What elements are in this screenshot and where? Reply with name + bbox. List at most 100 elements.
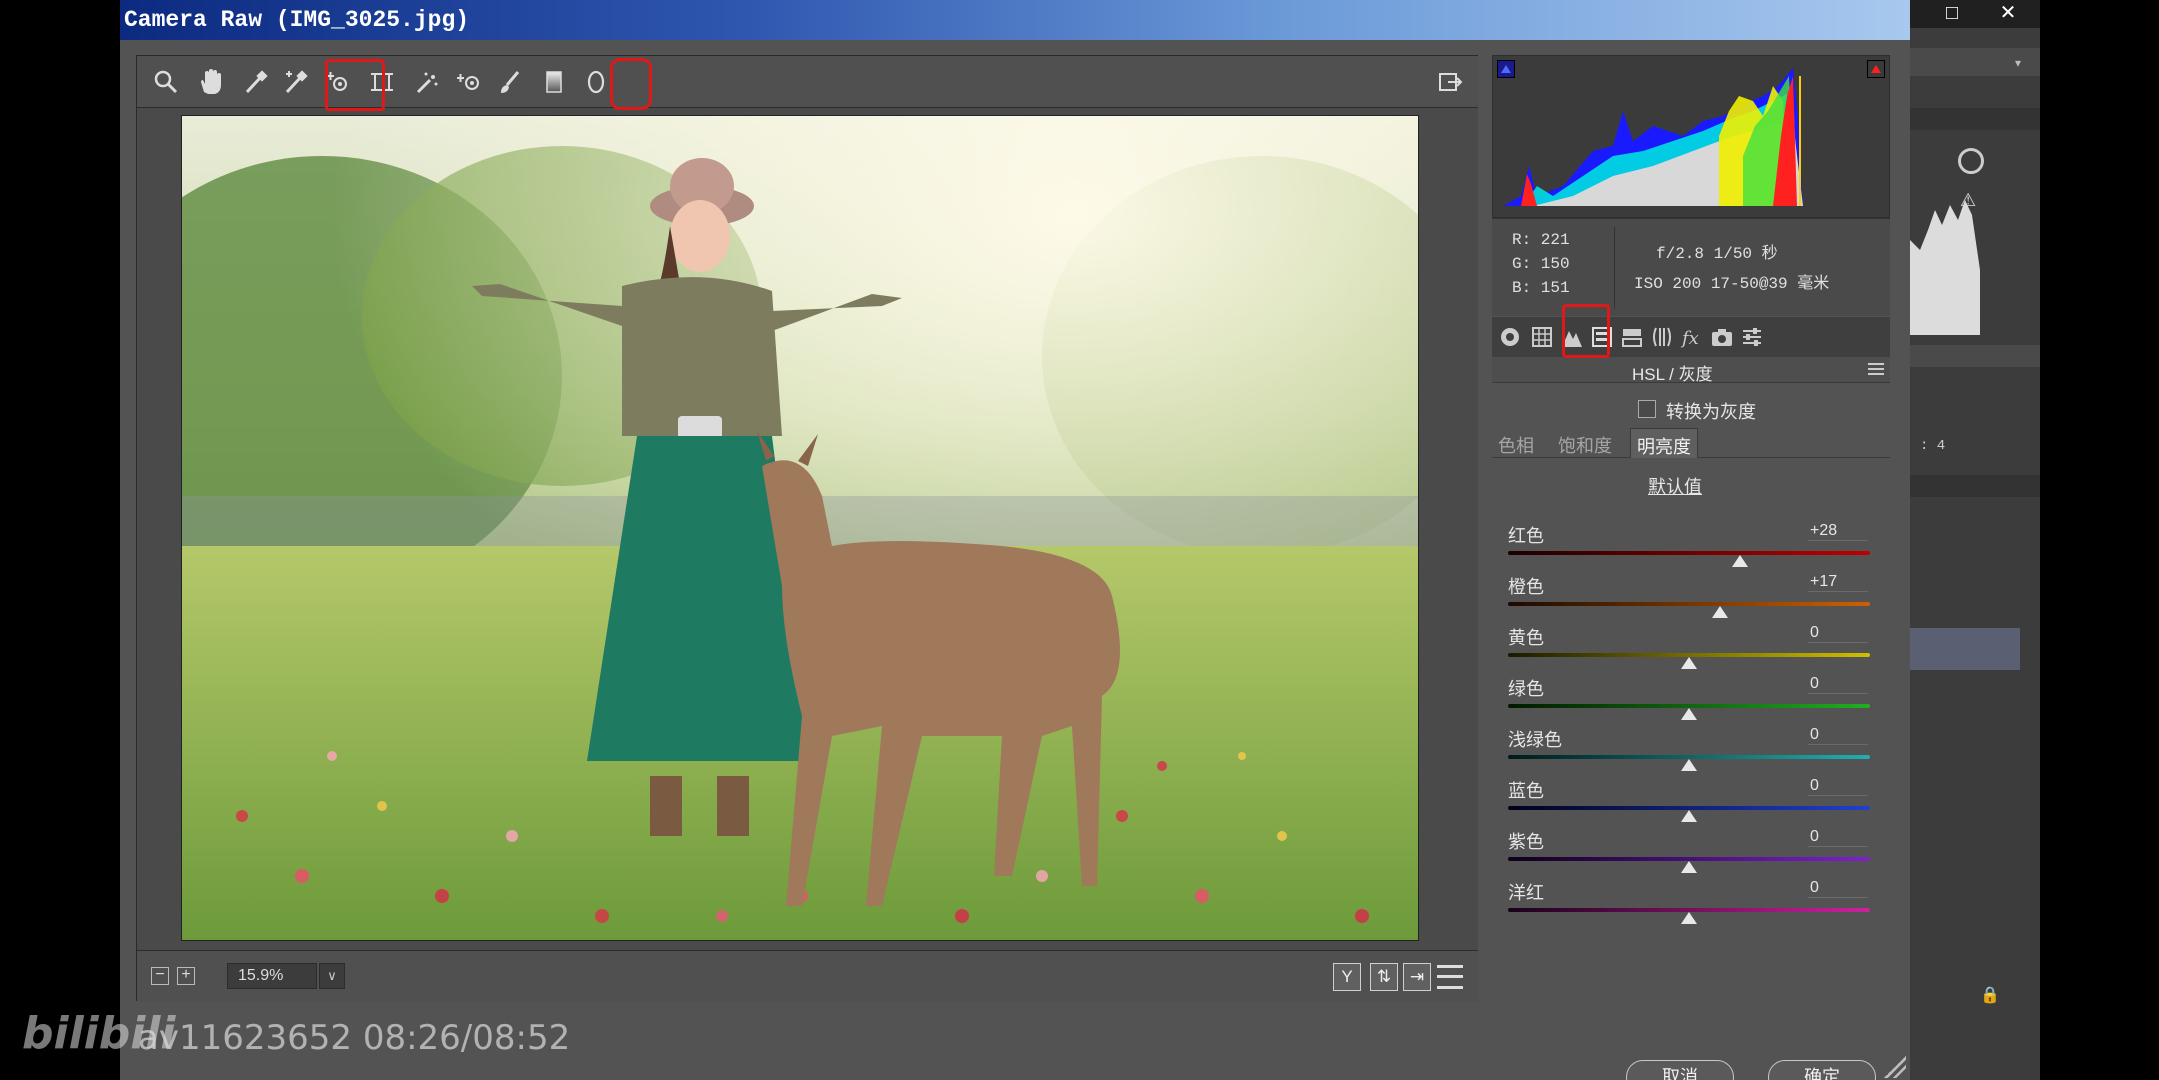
panel-tabs: fx — [1492, 317, 1890, 357]
slider-label: 蓝色 — [1508, 781, 1544, 801]
slider-thumb[interactable] — [1681, 708, 1697, 720]
basic-panel-icon[interactable] — [1496, 323, 1524, 351]
warning-icon: ⚠ — [1960, 190, 1977, 210]
tab-luminance[interactable]: 明亮度 — [1630, 428, 1698, 458]
lens-corrections-icon[interactable] — [1648, 323, 1676, 351]
radial-filter-icon[interactable] — [579, 65, 613, 99]
camera-raw-dialog: Camera Raw (IMG_3025.jpg) − + 15.9% ∨ Y … — [120, 0, 1910, 1080]
exposure-info: f/2.8 1/50 秒 — [1656, 245, 1778, 263]
before-after-toggle-icon[interactable]: Y — [1333, 963, 1361, 991]
ps-dropdown[interactable] — [1910, 345, 2040, 367]
histogram — [1492, 55, 1890, 218]
svg-text:fx: fx — [1680, 328, 1699, 349]
photo-girl-and-deer — [182, 116, 1418, 940]
bottom-bar: − + 15.9% ∨ Y ⇅ ⇥ — [137, 950, 1480, 1002]
copy-settings-icon[interactable]: ⇥ — [1403, 963, 1431, 991]
zoom-out-button[interactable]: − — [151, 967, 169, 985]
slider-track[interactable] — [1508, 551, 1870, 555]
slider-thumb[interactable] — [1681, 810, 1697, 822]
tab-hue[interactable]: 色相 — [1492, 428, 1540, 458]
ps-panel-header-2 — [1910, 475, 2040, 497]
split-toning-icon[interactable] — [1618, 323, 1646, 351]
info-readout: R: 221 G: 150 B: 151 f/2.8 1/50 秒 ISO 20… — [1492, 218, 1890, 316]
hand-tool-icon[interactable] — [193, 65, 227, 99]
white-balance-icon[interactable] — [239, 65, 273, 99]
slider-thumb[interactable] — [1731, 555, 1748, 567]
annotation-box-hsl-tab — [1562, 304, 1610, 358]
slider-row: 红色 +28 — [1508, 522, 1878, 572]
color-sampler-icon[interactable] — [279, 65, 313, 99]
slider-thumb[interactable] — [1681, 861, 1697, 873]
slider-value-field[interactable]: +28 — [1808, 522, 1868, 541]
blue-readout: B: 151 — [1512, 279, 1570, 297]
slider-row: 橙色 +17 — [1508, 573, 1878, 623]
divider — [1614, 227, 1615, 309]
slider-label: 绿色 — [1508, 679, 1544, 699]
panel-header: HSL / 灰度 — [1492, 357, 1890, 384]
slider-value-field[interactable]: 0 — [1808, 624, 1868, 643]
resize-grip[interactable] — [1884, 1056, 1906, 1078]
slider-label: 橙色 — [1508, 577, 1544, 597]
panel-title: HSL / 灰度 — [1632, 365, 1713, 384]
close-button[interactable]: ✕ — [1986, 0, 2030, 28]
red-readout: R: 221 — [1512, 231, 1570, 249]
refresh-icon[interactable] — [1958, 148, 1984, 174]
slider-track[interactable] — [1508, 602, 1870, 606]
slider-value-field[interactable]: 0 — [1808, 879, 1868, 898]
preview-area[interactable] — [137, 108, 1480, 950]
cancel-button[interactable]: 取消 — [1626, 1060, 1734, 1080]
convert-grayscale-label: 转换为灰度 — [1666, 402, 1756, 422]
adjustment-brush-icon[interactable] — [493, 65, 527, 99]
slider-value-field[interactable]: 0 — [1808, 777, 1868, 796]
chevron-down-icon[interactable]: ∨ — [319, 963, 345, 989]
red-eye-icon[interactable] — [451, 65, 485, 99]
zoom-in-button[interactable]: + — [177, 967, 195, 985]
swap-settings-icon[interactable]: ⇅ — [1370, 963, 1398, 991]
tone-curve-icon[interactable] — [1528, 323, 1556, 351]
slider-value-field[interactable]: 0 — [1808, 828, 1868, 847]
slider-thumb[interactable] — [1681, 759, 1697, 771]
slider-value-field[interactable]: +17 — [1808, 573, 1868, 592]
annotation-box-targeted-adjustment — [325, 59, 385, 111]
zoom-level-field[interactable]: 15.9% — [227, 963, 317, 989]
open-preferences-icon[interactable] — [1433, 65, 1467, 99]
ok-button[interactable]: 确定 — [1768, 1060, 1876, 1080]
tab-saturation[interactable]: 饱和度 — [1552, 428, 1618, 458]
spot-removal-icon[interactable] — [409, 65, 443, 99]
ps-readout: : 4 — [1920, 438, 1946, 454]
right-panel: R: 221 G: 150 B: 151 f/2.8 1/50 秒 ISO 20… — [1478, 55, 1898, 1001]
video-info: av11623652 08:26/08:52 — [138, 1018, 571, 1058]
panel-menu-icon[interactable] — [1868, 363, 1884, 375]
green-readout: G: 150 — [1512, 255, 1570, 273]
title-bar: Camera Raw (IMG_3025.jpg) — [120, 0, 1910, 40]
chevron-down-icon[interactable]: ▾ — [2015, 56, 2029, 70]
slider-row: 绿色 0 — [1508, 675, 1878, 725]
work-area: − + 15.9% ∨ Y ⇅ ⇥ — [136, 55, 1480, 1002]
preview-settings-icon[interactable] — [1437, 965, 1463, 989]
annotation-box-radial-filter — [610, 58, 652, 110]
slider-row: 紫色 0 — [1508, 828, 1878, 878]
convert-grayscale-checkbox[interactable] — [1638, 400, 1656, 418]
ps-layer-selected[interactable] — [1910, 628, 2020, 670]
maximize-button[interactable]: □ — [1930, 0, 1974, 28]
default-link[interactable]: 默认值 — [1648, 473, 1702, 499]
presets-icon[interactable] — [1738, 323, 1766, 351]
screen: { "window": {"title": "Camera Raw (IMG_3… — [0, 0, 2159, 1080]
slider-value-field[interactable]: 0 — [1808, 726, 1868, 745]
slider-thumb[interactable] — [1681, 657, 1697, 669]
preview-image[interactable] — [181, 115, 1419, 941]
slider-thumb[interactable] — [1681, 912, 1697, 924]
zoom-tool-icon[interactable] — [149, 65, 183, 99]
effects-icon[interactable]: fx — [1678, 323, 1706, 351]
slider-value-field[interactable]: 0 — [1808, 675, 1868, 694]
slider-thumb[interactable] — [1711, 606, 1728, 618]
highlight-clipping-icon[interactable] — [1867, 60, 1885, 78]
slider-row: 蓝色 0 — [1508, 777, 1878, 827]
slider-row: 浅绿色 0 — [1508, 726, 1878, 776]
shadow-clipping-icon[interactable] — [1497, 60, 1515, 78]
lock-icon: 🔒 — [1980, 987, 2000, 1004]
hsl-subtabs: 色相 饱和度 明亮度 — [1492, 428, 1890, 458]
graduated-filter-icon[interactable] — [537, 65, 571, 99]
iso-lens-info: ISO 200 17-50@39 毫米 — [1634, 275, 1830, 293]
camera-calibration-icon[interactable] — [1708, 323, 1736, 351]
